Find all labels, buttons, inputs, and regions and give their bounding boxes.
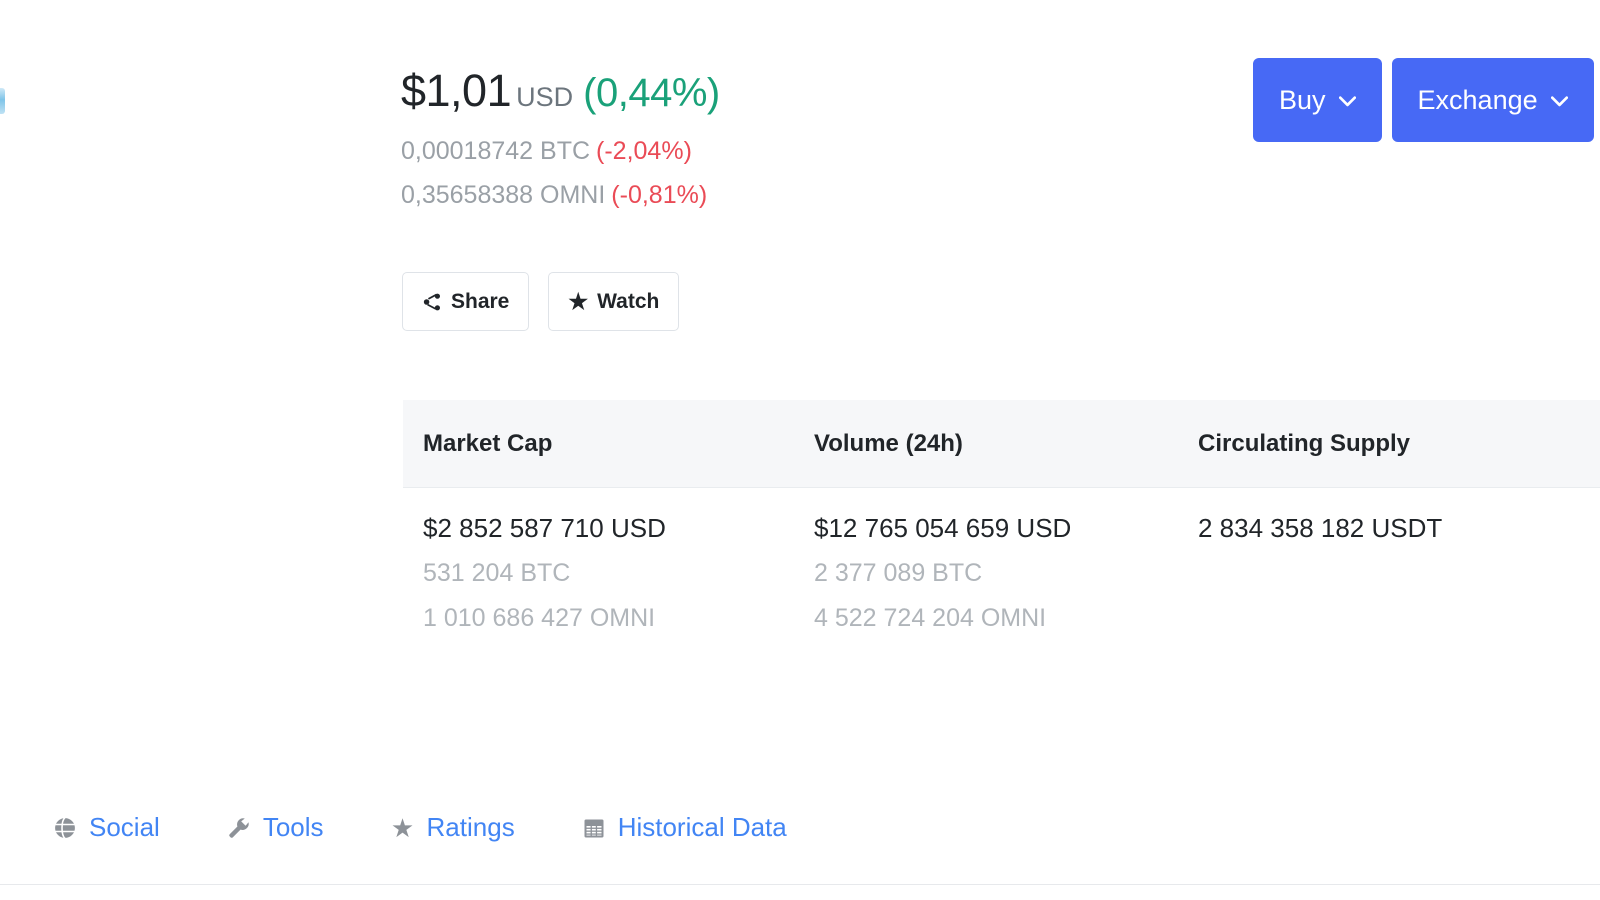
price-btc-row: 0,00018742 BTC (-2,04%) xyxy=(401,139,720,164)
circulating-supply-cell: 2 834 358 182 USDT xyxy=(1190,515,1590,651)
calendar-icon xyxy=(581,815,607,841)
volume-btc: 2 377 089 BTC xyxy=(814,559,983,587)
price-headline: $1,01 USD (0,44%) xyxy=(401,68,720,113)
star-icon: ★ xyxy=(568,288,589,314)
watch-button-label: Watch xyxy=(597,289,660,313)
stats-value-row: $2 852 587 710 USD 531 204 BTC 1 010 686… xyxy=(403,488,1600,651)
globe-icon xyxy=(52,815,78,841)
price-btc-amount: 0,00018742 BTC xyxy=(401,137,591,165)
footer-link-ratings[interactable]: ★ Ratings xyxy=(390,812,515,843)
footer-link-tools[interactable]: Tools xyxy=(226,812,324,843)
exchange-button-label: Exchange xyxy=(1417,84,1538,115)
volume-header: Volume (24h) xyxy=(814,429,963,457)
stats-header-row: Market Cap Volume (24h) Circulating Supp… xyxy=(403,400,1600,488)
chevron-down-icon xyxy=(1338,92,1356,111)
stats-header-cell: Circulating Supply xyxy=(1190,430,1590,458)
wrench-icon xyxy=(226,815,252,841)
price-omni-row: 0,35658388 OMNI (-0,81%) xyxy=(401,183,720,208)
market-cap-usd: $2 852 587 710 USD xyxy=(423,513,666,543)
price-omni-amount: 0,35658388 OMNI xyxy=(401,181,606,209)
star-icon: ★ xyxy=(390,812,415,843)
footer-link-label: Ratings xyxy=(426,812,515,842)
top-right-actions: Buy Exchange xyxy=(1253,58,1594,142)
stats-header-cell: Market Cap xyxy=(403,430,798,458)
stats-header-cell: Volume (24h) xyxy=(798,430,1190,458)
price-currency-unit: USD xyxy=(516,82,574,112)
circulating-supply-usdt: 2 834 358 182 USDT xyxy=(1198,513,1443,543)
share-button[interactable]: Share xyxy=(402,272,530,331)
price-btc-change: (-2,04%) xyxy=(596,137,692,165)
price-summary: $1,01 USD (0,44%) 0,00018742 BTC (-2,04%) 0… xyxy=(401,68,720,208)
footer-link-label: Tools xyxy=(262,812,324,842)
price-change-percent: (0,44%) xyxy=(583,71,720,115)
exchange-button[interactable]: Exchange xyxy=(1391,58,1594,142)
footer-nav: Social Tools ★ Ratings Historical Data xyxy=(52,812,787,843)
watch-button[interactable]: ★ Watch xyxy=(548,272,680,331)
buy-button[interactable]: Buy xyxy=(1253,58,1382,142)
price-omni-change: (-0,81%) xyxy=(611,181,708,209)
circulating-supply-header: Circulating Supply xyxy=(1198,429,1411,457)
chevron-down-icon xyxy=(1550,92,1568,111)
footer-divider xyxy=(0,884,1600,885)
market-cap-omni: 1 010 686 427 OMNI xyxy=(423,604,656,632)
price-value: $1,01 xyxy=(401,65,512,116)
footer-link-historical-data[interactable]: Historical Data xyxy=(581,812,787,843)
market-cap-header: Market Cap xyxy=(423,429,553,457)
footer-link-social[interactable]: Social xyxy=(52,812,160,843)
market-stats-table: Market Cap Volume (24h) Circulating Supp… xyxy=(403,400,1600,651)
market-cap-btc: 531 204 BTC xyxy=(423,559,571,587)
buy-button-label: Buy xyxy=(1279,84,1326,115)
footer-link-label: Social xyxy=(89,812,160,842)
action-button-row: Share ★ Watch xyxy=(402,272,680,331)
share-button-label: Share xyxy=(451,289,510,313)
volume-usd: $12 765 054 659 USD xyxy=(814,513,1072,543)
footer-link-label: Historical Data xyxy=(617,812,787,842)
share-icon xyxy=(422,292,442,312)
market-cap-cell: $2 852 587 710 USD 531 204 BTC 1 010 686… xyxy=(403,515,798,651)
volume-omni: 4 522 724 204 OMNI xyxy=(814,604,1047,632)
page-logo-sliver xyxy=(0,88,5,114)
volume-cell: $12 765 054 659 USD 2 377 089 BTC 4 522 … xyxy=(798,515,1190,651)
